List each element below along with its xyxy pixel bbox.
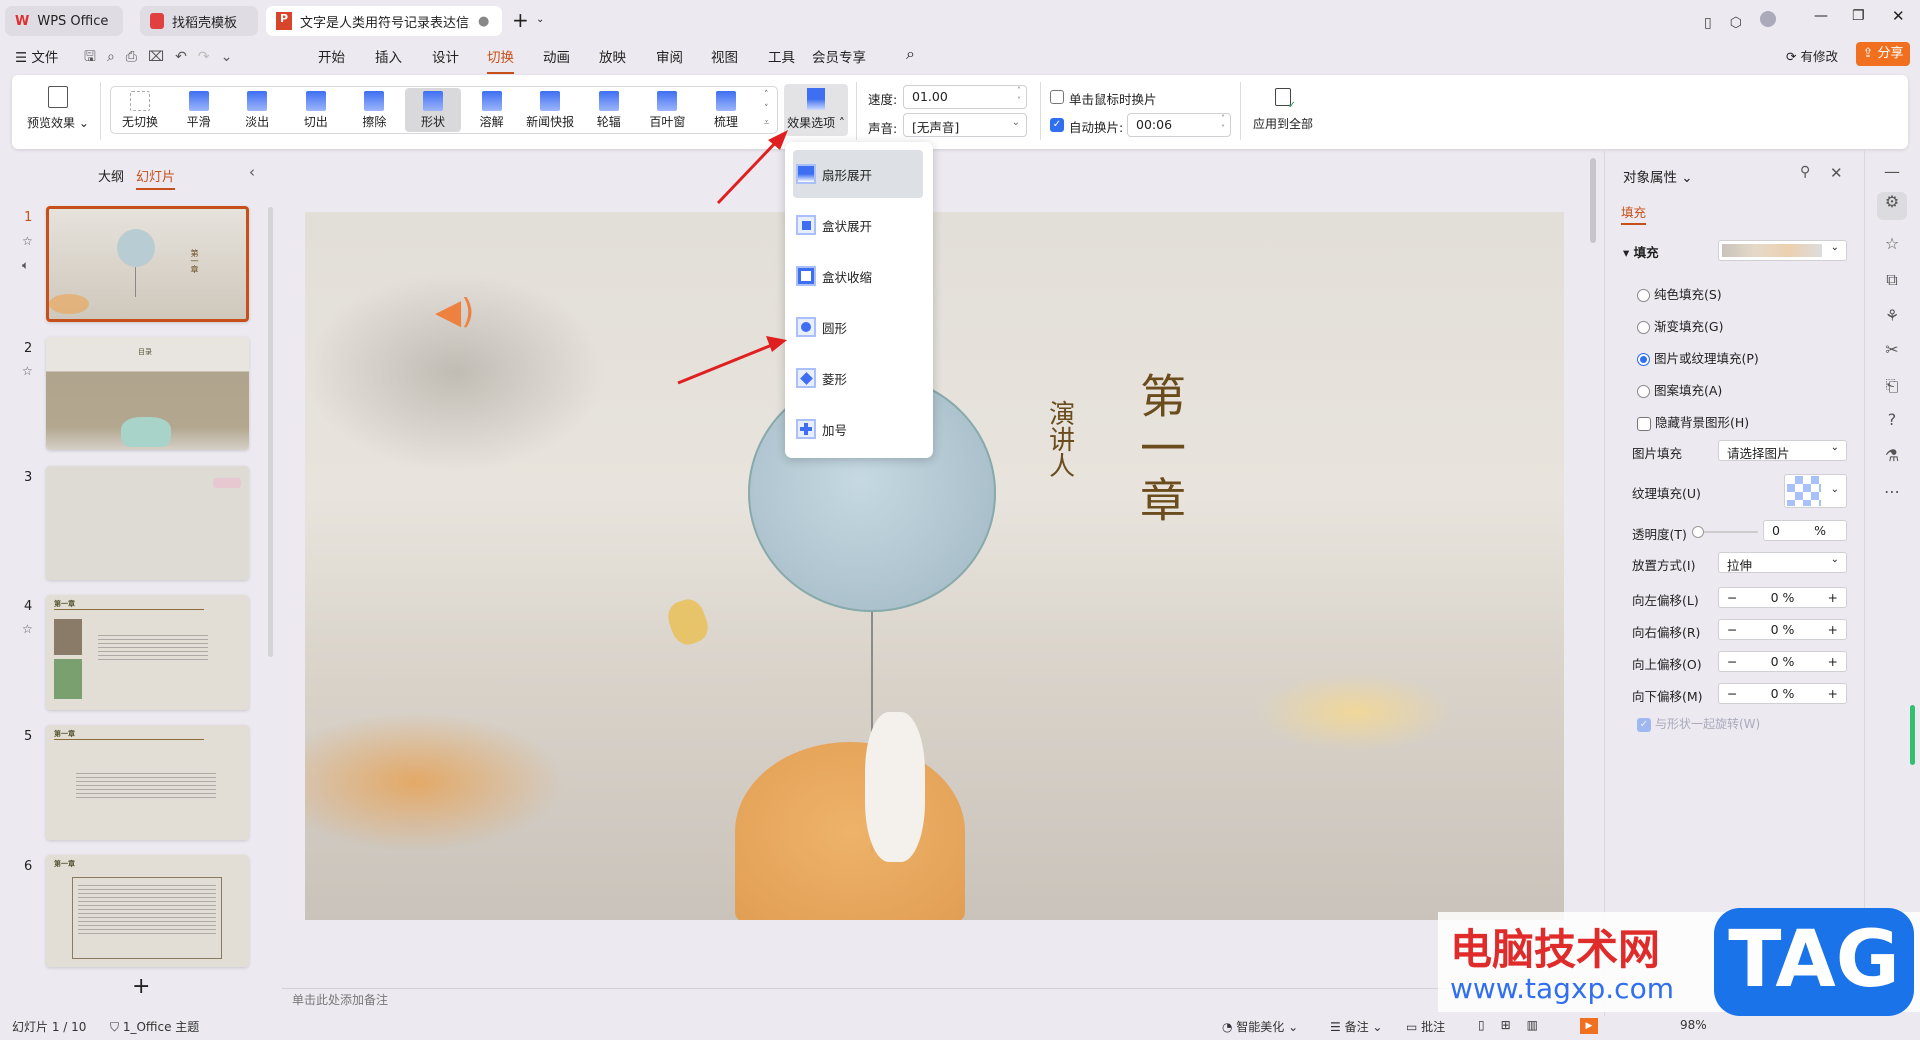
tab-fill[interactable]: 填充 bbox=[1621, 202, 1647, 225]
close-panel-icon[interactable]: ✕ bbox=[1830, 164, 1843, 182]
minimize-panel-icon[interactable]: — bbox=[1880, 162, 1904, 186]
decrement-button[interactable]: − bbox=[1727, 686, 1737, 701]
fill-preview-select[interactable]: ⌄ bbox=[1718, 240, 1847, 261]
texture-fill-select[interactable]: ⌄ bbox=[1784, 474, 1847, 508]
watermark: 电脑技术网 www.tagxp.com TAG bbox=[1438, 908, 1920, 1016]
fill-option-radio[interactable]: 纯色填充(S) bbox=[1637, 284, 1722, 303]
hide-background-option[interactable]: 隐藏背景图形(H) bbox=[1637, 412, 1749, 431]
tools-icon[interactable]: ✂ bbox=[1880, 340, 1904, 364]
skin-icon[interactable]: ⚗ bbox=[1880, 446, 1904, 470]
comments-button[interactable]: ▭ 批注 bbox=[1406, 1018, 1445, 1035]
zoom-level[interactable]: 98% bbox=[1680, 1018, 1707, 1032]
transition-icon[interactable]: ⧉ bbox=[1880, 270, 1904, 294]
fill-option-radio[interactable]: 图案填充(A) bbox=[1637, 380, 1722, 399]
notes-button[interactable]: ☰ 备注 ⌄ bbox=[1330, 1018, 1382, 1035]
annotation-arrows bbox=[677, 130, 788, 385]
reading-view-icon[interactable]: ▥ bbox=[1527, 1018, 1554, 1032]
play-button[interactable]: ▶ bbox=[1580, 1018, 1598, 1034]
increment-button[interactable]: + bbox=[1828, 654, 1838, 669]
increment-button[interactable]: + bbox=[1828, 686, 1838, 701]
object-properties-title[interactable]: 对象属性 ⌄ bbox=[1623, 166, 1693, 186]
panel-scrollbar[interactable] bbox=[1910, 705, 1915, 765]
decrement-button[interactable]: − bbox=[1727, 654, 1737, 669]
offset-label: 向下偏移(M) bbox=[1632, 689, 1703, 704]
decrement-button[interactable]: − bbox=[1727, 622, 1737, 637]
transparency-slider[interactable] bbox=[1692, 526, 1758, 538]
arrow-to-effect-options bbox=[716, 130, 788, 205]
arrow-to-circle-option bbox=[677, 336, 787, 385]
theme-status[interactable]: ⛉ 1_Office 主题 bbox=[110, 1018, 199, 1035]
notes-input[interactable]: 单击此处添加备注 bbox=[292, 991, 388, 1008]
transparency-input[interactable]: 0% bbox=[1763, 520, 1847, 541]
transparency-label: 透明度(T) bbox=[1632, 527, 1687, 542]
increment-button[interactable]: + bbox=[1828, 590, 1838, 605]
animation-icon[interactable]: ☆ bbox=[1880, 234, 1904, 258]
help-icon[interactable]: ? bbox=[1880, 410, 1904, 434]
offset-label: 向左偏移(L) bbox=[1632, 593, 1699, 608]
offset-stepper[interactable]: −0 % + bbox=[1718, 587, 1847, 608]
offset-stepper[interactable]: −0 % + bbox=[1718, 619, 1847, 640]
picture-fill-label: 图片填充 bbox=[1632, 446, 1683, 461]
reading-icon[interactable]: ⎗ bbox=[1880, 376, 1904, 400]
more-icon[interactable]: ⋯ bbox=[1880, 482, 1904, 506]
decrement-button[interactable]: − bbox=[1727, 590, 1737, 605]
fill-option-radio[interactable]: 图片或纹理填充(P) bbox=[1637, 348, 1759, 367]
placement-select[interactable]: 拉伸 ⌄ bbox=[1718, 552, 1847, 573]
offset-label: 向上偏移(O) bbox=[1632, 657, 1702, 672]
offset-stepper[interactable]: −0 % + bbox=[1718, 683, 1847, 704]
increment-button[interactable]: + bbox=[1828, 622, 1838, 637]
slide-count: 幻灯片 1 / 10 bbox=[12, 1020, 87, 1034]
placement-label: 放置方式(I) bbox=[1632, 558, 1696, 573]
fill-section-toggle[interactable]: ▾ 填充 bbox=[1623, 242, 1659, 261]
picture-fill-select[interactable]: 请选择图片 ⌄ bbox=[1718, 440, 1847, 461]
beautify-icon[interactable]: ⚘ bbox=[1880, 306, 1904, 330]
rotate-with-shape-option[interactable]: ✓ 与形状一起旋转(W) bbox=[1637, 715, 1760, 732]
beautify-button[interactable]: ◔ 智能美化 ⌄ bbox=[1222, 1018, 1298, 1035]
view-buttons: ▯⊞▥ bbox=[1478, 1018, 1554, 1032]
fill-option-radio[interactable]: 渐变填充(G) bbox=[1637, 316, 1723, 335]
tag-logo: TAG bbox=[1714, 908, 1914, 1016]
offset-stepper[interactable]: −0 % + bbox=[1718, 651, 1847, 672]
offset-label: 向右偏移(R) bbox=[1632, 625, 1701, 640]
sorter-view-icon[interactable]: ⊞ bbox=[1501, 1018, 1527, 1032]
pin-icon[interactable]: ⚲ bbox=[1800, 164, 1810, 180]
properties-icon[interactable]: ⚙ bbox=[1877, 192, 1907, 220]
normal-view-icon[interactable]: ▯ bbox=[1478, 1018, 1501, 1032]
texture-fill-label: 纹理填充(U) bbox=[1632, 486, 1701, 501]
